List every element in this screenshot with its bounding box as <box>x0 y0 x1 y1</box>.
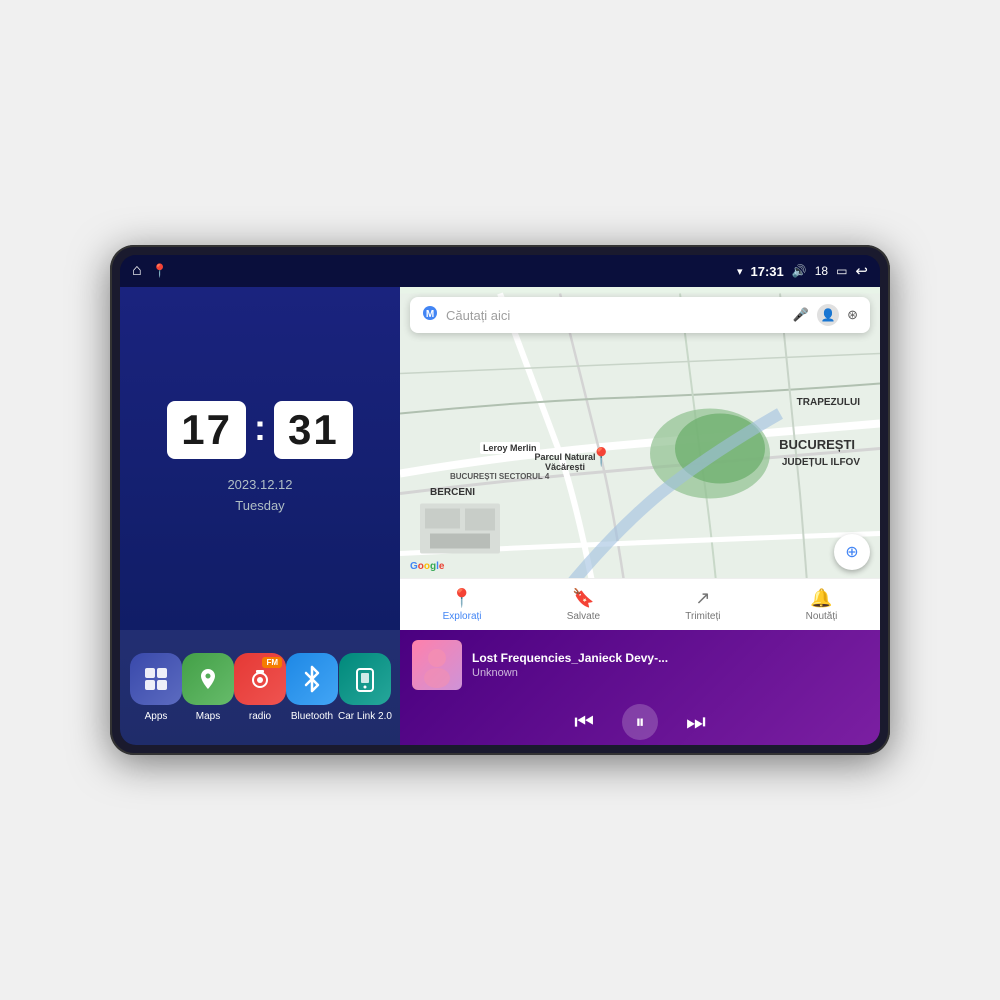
clock-display: 17 : 31 <box>167 401 352 459</box>
volume-level: 18 <box>815 264 828 278</box>
carlink-icon <box>339 653 391 705</box>
apps-icon <box>130 653 182 705</box>
app-radio[interactable]: FM radio <box>234 653 286 722</box>
news-label: Noutăți <box>806 611 838 622</box>
search-controls: 🎤 👤 ⊛ <box>793 304 858 326</box>
map-label-sector4: BUCUREȘTI SECTORUL 4 <box>450 472 549 481</box>
explore-label: Explorați <box>443 611 482 622</box>
svg-text:M: M <box>426 309 434 320</box>
map-label-trapezului: TRAPEZULUI <box>797 397 860 408</box>
bluetooth-label: Bluetooth <box>291 711 333 722</box>
clock-colon: : <box>254 407 266 449</box>
app-drawer: Apps Maps <box>120 630 400 745</box>
map-pin: 📍 <box>590 447 612 468</box>
music-title: Lost Frequencies_Janieck Devy-... <box>472 651 868 665</box>
clock-hours: 17 <box>167 401 246 459</box>
location-icon: ⊕ <box>845 542 858 562</box>
date-display: 2023.12.12 <box>227 475 292 496</box>
saved-label: Salvate <box>567 611 600 622</box>
nav-saved[interactable]: 🔖 Salvate <box>567 588 600 622</box>
fm-badge: FM <box>262 657 282 668</box>
share-label: Trimiteți <box>685 611 720 622</box>
volume-icon: 🔊 <box>792 264 807 278</box>
time-display: 17:31 <box>751 264 784 279</box>
status-right: ▾ 17:31 🔊 18 ▭ ↩ <box>737 262 868 280</box>
signal-icon: ▾ <box>737 265 743 278</box>
device: ⌂ 📍 ▾ 17:31 🔊 18 ▭ ↩ 17 : <box>110 245 890 755</box>
news-icon: 🔔 <box>810 588 832 609</box>
radio-label: radio <box>249 711 271 722</box>
layers-icon[interactable]: ⊛ <box>847 307 858 323</box>
map-label-bucuresti: BUCUREȘTI <box>779 437 855 452</box>
radio-icon: FM <box>234 653 286 705</box>
status-left: ⌂ 📍 <box>132 262 168 280</box>
album-art <box>412 640 462 690</box>
left-panel: 17 : 31 2023.12.12 Tuesday <box>120 287 400 745</box>
app-apps[interactable]: Apps <box>130 653 182 722</box>
clock-minutes: 31 <box>274 401 353 459</box>
apps-label: Apps <box>145 711 168 722</box>
music-info: Lost Frequencies_Janieck Devy-... Unknow… <box>400 630 880 698</box>
nav-share[interactable]: ↗ Trimiteți <box>685 588 720 622</box>
music-text: Lost Frequencies_Janieck Devy-... Unknow… <box>472 651 868 679</box>
music-artist: Unknown <box>472 667 868 679</box>
search-placeholder: Căutați aici <box>446 308 785 323</box>
music-controls: ⏮ ⏸ ⏭ <box>400 698 880 745</box>
map-search-bar[interactable]: M Căutați aici 🎤 👤 ⊛ <box>410 297 870 333</box>
map-area[interactable]: TRAPEZULUI BUCUREȘTI JUDEȚUL ILFOV BERCE… <box>400 287 880 630</box>
maps-status-icon[interactable]: 📍 <box>152 263 168 279</box>
right-panel: TRAPEZULUI BUCUREȘTI JUDEȚUL ILFOV BERCE… <box>400 287 880 745</box>
date-info: 2023.12.12 Tuesday <box>227 475 292 517</box>
bluetooth-icon <box>286 653 338 705</box>
battery-icon: ▭ <box>836 264 847 278</box>
device-screen: ⌂ 📍 ▾ 17:31 🔊 18 ▭ ↩ 17 : <box>120 255 880 745</box>
play-pause-button[interactable]: ⏸ <box>622 704 658 740</box>
mic-icon[interactable]: 🎤 <box>793 307 809 323</box>
google-maps-icon: M <box>422 305 438 326</box>
location-button[interactable]: ⊕ <box>834 534 870 570</box>
map-label-berceni: BERCENI <box>430 487 475 498</box>
next-button[interactable]: ⏭ <box>686 709 706 735</box>
map-label-judet: JUDEȚUL ILFOV <box>782 457 860 468</box>
prev-button[interactable]: ⏮ <box>574 709 594 735</box>
main-content: 17 : 31 2023.12.12 Tuesday <box>120 287 880 745</box>
share-icon: ↗ <box>695 588 710 609</box>
day-display: Tuesday <box>227 496 292 517</box>
nav-news[interactable]: 🔔 Noutăți <box>806 588 838 622</box>
clock-widget: 17 : 31 2023.12.12 Tuesday <box>120 287 400 630</box>
carlink-label: Car Link 2.0 <box>338 711 392 722</box>
avatar-icon[interactable]: 👤 <box>817 304 839 326</box>
home-icon[interactable]: ⌂ <box>132 262 142 280</box>
back-icon[interactable]: ↩ <box>855 262 868 280</box>
maps-label: Maps <box>196 711 220 722</box>
status-bar: ⌂ 📍 ▾ 17:31 🔊 18 ▭ ↩ <box>120 255 880 287</box>
map-nav-bar: 📍 Explorați 🔖 Salvate ↗ Trimiteți 🔔 <box>400 578 880 630</box>
explore-icon: 📍 <box>451 588 473 609</box>
music-player: Lost Frequencies_Janieck Devy-... Unknow… <box>400 630 880 745</box>
app-carlink[interactable]: Car Link 2.0 <box>338 653 392 722</box>
app-maps[interactable]: Maps <box>182 653 234 722</box>
saved-icon: 🔖 <box>572 588 594 609</box>
google-logo: Google <box>410 561 444 572</box>
maps-icon <box>182 653 234 705</box>
nav-explore[interactable]: 📍 Explorați <box>443 588 482 622</box>
app-bluetooth[interactable]: Bluetooth <box>286 653 338 722</box>
